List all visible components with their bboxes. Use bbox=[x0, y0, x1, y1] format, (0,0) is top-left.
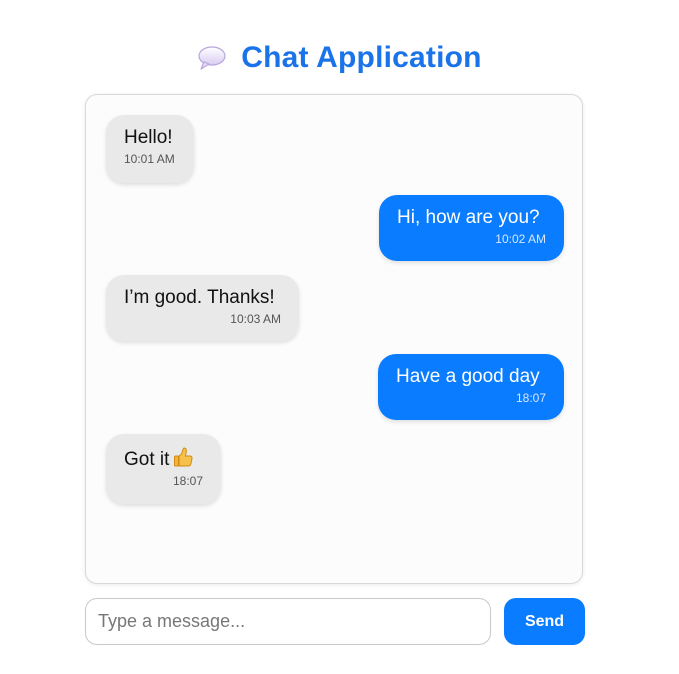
message-text: Hello! bbox=[124, 127, 173, 148]
message-time: 18:07 bbox=[515, 391, 546, 405]
app-header: Chat Application bbox=[0, 38, 679, 78]
thumbs-up-icon bbox=[173, 446, 193, 468]
message-text-content: Got it bbox=[124, 449, 170, 470]
send-button[interactable]: Send bbox=[504, 598, 585, 645]
message-time: 10:02 AM bbox=[495, 232, 546, 246]
message-text: Got it bbox=[124, 446, 203, 471]
message-bubble-sent: Hi, how are you? 10:02 AM bbox=[379, 195, 564, 261]
speech-bubble-icon bbox=[197, 43, 227, 73]
message-bubble-received: Got it 18:07 bbox=[106, 434, 221, 504]
message-bubble-received: Hello! 10:01 AM bbox=[106, 115, 194, 183]
message-time: 10:01 AM bbox=[124, 152, 175, 166]
message-bubble-received: I’m good. Thanks! 10:03 AM bbox=[106, 275, 299, 341]
message-text: Have a good day bbox=[396, 366, 540, 387]
message-time: 10:03 AM bbox=[230, 312, 281, 326]
message-time: 18:07 bbox=[172, 474, 203, 488]
message-input[interactable] bbox=[85, 598, 491, 645]
message-bubble-sent: Have a good day 18:07 bbox=[378, 354, 564, 420]
page-title: Chat Application bbox=[241, 41, 482, 74]
message-text: I’m good. Thanks! bbox=[124, 287, 275, 308]
message-list[interactable]: Hello! 10:01 AM Hi, how are you? 10:02 A… bbox=[85, 94, 583, 584]
message-text: Hi, how are you? bbox=[397, 207, 540, 228]
